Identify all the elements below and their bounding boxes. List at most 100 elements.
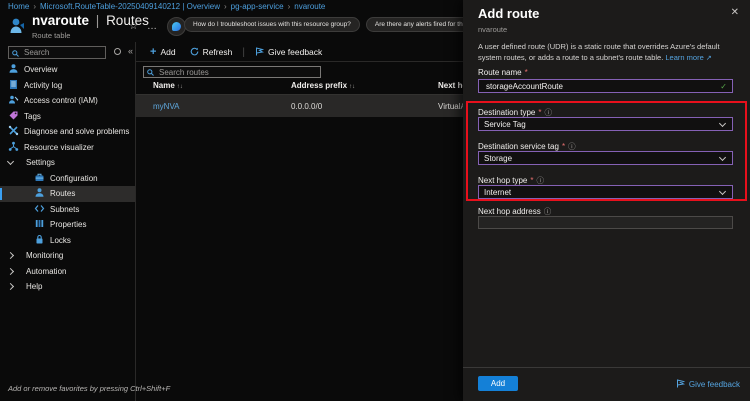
- destination-service-tag-dropdown[interactable]: Storage: [478, 151, 733, 165]
- add-route-panel: ✕ Add route nvaroute A user defined rout…: [463, 0, 750, 401]
- route-name-input[interactable]: [484, 80, 721, 92]
- close-icon[interactable]: ✕: [731, 7, 739, 18]
- give-feedback-button[interactable]: Give feedback: [251, 46, 326, 58]
- sidebar-nav: Overview Activity log Access control (IA…: [0, 62, 135, 295]
- sidebar-item-label: Access control (IAM): [24, 96, 98, 106]
- required-marker: *: [524, 68, 528, 77]
- sidebar-item-label: Routes: [50, 189, 76, 199]
- sidebar-item-properties[interactable]: Properties: [0, 217, 135, 233]
- required-marker: *: [538, 108, 542, 117]
- sidebar-search-box: [8, 46, 106, 59]
- sidebar-group-settings[interactable]: Settings: [0, 155, 135, 171]
- sidebar-settings-icon[interactable]: [114, 48, 121, 55]
- lock-icon: [34, 234, 45, 247]
- sidebar-item-label: Help: [26, 282, 43, 292]
- required-marker: *: [530, 176, 534, 185]
- route-name-field: ✓: [478, 79, 733, 93]
- route-table-icon: [8, 16, 28, 41]
- sidebar-item-label: Monitoring: [26, 251, 64, 261]
- sidebar-item-access-control-iam[interactable]: Access control (IAM): [0, 93, 135, 109]
- sort-icon: ↑↓: [349, 84, 356, 90]
- destination-type-value: Service Tag: [484, 119, 526, 129]
- sidebar-item-label: Locks: [50, 235, 71, 245]
- sidebar-item-resource-visualizer[interactable]: Resource visualizer: [0, 140, 135, 156]
- column-header-address-prefix[interactable]: Address prefix ↑↓: [291, 81, 355, 90]
- sidebar-item-label: Activity log: [24, 80, 63, 90]
- next-hop-address-input: [484, 217, 727, 228]
- sidebar-item-activity-log[interactable]: Activity log: [0, 78, 135, 94]
- chevron-down-icon: [718, 187, 727, 195]
- routes-icon: [34, 187, 45, 200]
- sidebar-item-tags[interactable]: Tags: [0, 109, 135, 125]
- route-name-label: Route name *: [478, 68, 528, 77]
- sidebar-item-label: Diagnose and solve problems: [24, 127, 130, 137]
- add-button[interactable]: Add: [478, 376, 518, 391]
- title-actions: ☆ …: [129, 17, 186, 36]
- sidebar-collapse-icon[interactable]: «: [128, 47, 133, 56]
- panel-give-feedback-link[interactable]: Give feedback: [676, 379, 740, 390]
- sidebar-item-locks[interactable]: Locks: [0, 233, 135, 249]
- resource-type-label: Route table: [32, 31, 71, 40]
- sidebar-item-label: Overview: [24, 65, 58, 75]
- chevron-down-icon: [718, 119, 727, 127]
- sidebar-item-routes[interactable]: Routes: [0, 186, 135, 202]
- sidebar-item-diagnose[interactable]: Diagnose and solve problems: [0, 124, 135, 140]
- breadcrumb-separator: ›: [223, 2, 227, 11]
- panel-description: A user defined route (UDR) is a static r…: [478, 41, 740, 64]
- breadcrumb-nvaroute[interactable]: nvaroute: [294, 2, 325, 11]
- sidebar-search-input[interactable]: [22, 47, 106, 58]
- sidebar-item-label: Resource visualizer: [24, 142, 94, 152]
- add-route-button[interactable]: + Add: [146, 47, 180, 58]
- next-hop-type-value: Internet: [484, 187, 512, 197]
- column-header-name[interactable]: Name ↑↓: [153, 81, 183, 90]
- sidebar-item-subnets[interactable]: Subnets: [0, 202, 135, 218]
- resource-name: nvaroute: [32, 13, 90, 28]
- sidebar-item-label: Settings: [26, 158, 55, 168]
- breadcrumb-home[interactable]: Home: [8, 2, 29, 11]
- breadcrumb-resource-group[interactable]: pg-app-service: [231, 2, 284, 11]
- feedback-flag-icon: [255, 46, 265, 58]
- sidebar-group-automation[interactable]: Automation: [0, 264, 135, 280]
- subnets-icon: [34, 203, 45, 216]
- sidebar-item-configuration[interactable]: Configuration: [0, 171, 135, 187]
- sidebar-tools: «: [114, 47, 133, 56]
- copilot-suggestion-troubleshoot[interactable]: How do I troubleshoot issues with this r…: [184, 17, 360, 32]
- sidebar-item-label: Subnets: [50, 204, 80, 214]
- sort-icon: ↑↓: [176, 84, 183, 90]
- sidebar-group-monitoring[interactable]: Monitoring: [0, 248, 135, 264]
- route-name-link[interactable]: myNVA: [153, 102, 180, 111]
- routes-search-input[interactable]: [157, 66, 311, 78]
- resource-visualizer-icon: [8, 141, 19, 154]
- add-label: Add: [160, 47, 176, 57]
- more-actions-icon[interactable]: …: [147, 21, 158, 32]
- panel-subtitle: nvaroute: [478, 25, 508, 34]
- give-feedback-label: Give feedback: [688, 380, 740, 389]
- configuration-icon: [34, 172, 45, 185]
- chevron-right-icon: [6, 252, 15, 260]
- route-address-prefix: 0.0.0.0/0: [291, 102, 323, 111]
- valid-check-icon: ✓: [720, 81, 727, 91]
- access-control-icon: [8, 94, 19, 107]
- destination-service-tag-value: Storage: [484, 153, 513, 163]
- destination-type-dropdown[interactable]: Service Tag: [478, 117, 733, 131]
- person-icon: [8, 63, 19, 76]
- sidebar-item-overview[interactable]: Overview: [0, 62, 135, 78]
- breadcrumb-separator: ›: [287, 2, 291, 11]
- title-separator: |: [95, 13, 100, 28]
- chevron-right-icon: [6, 267, 15, 275]
- chevron-down-icon: [6, 158, 15, 166]
- breadcrumb: Home › Microsoft.RouteTable-202504091402…: [8, 2, 325, 11]
- refresh-button[interactable]: Refresh: [186, 47, 237, 58]
- learn-more-link[interactable]: Learn more ↗: [665, 53, 711, 62]
- next-hop-type-dropdown[interactable]: Internet: [478, 185, 733, 199]
- sidebar-group-help[interactable]: Help: [0, 279, 135, 295]
- refresh-label: Refresh: [202, 47, 233, 57]
- favorite-star-icon[interactable]: ☆: [129, 21, 138, 32]
- breadcrumb-routetable-overview[interactable]: Microsoft.RouteTable-20250409140212 | Ov…: [40, 2, 220, 11]
- give-feedback-label: Give feedback: [267, 47, 323, 57]
- sidebar-item-label: Automation: [26, 266, 67, 276]
- sidebar-item-label: Properties: [50, 220, 87, 230]
- sidebar-item-label: Tags: [24, 111, 41, 121]
- next-hop-address-field: [478, 216, 733, 229]
- column-label: Address prefix: [291, 81, 348, 90]
